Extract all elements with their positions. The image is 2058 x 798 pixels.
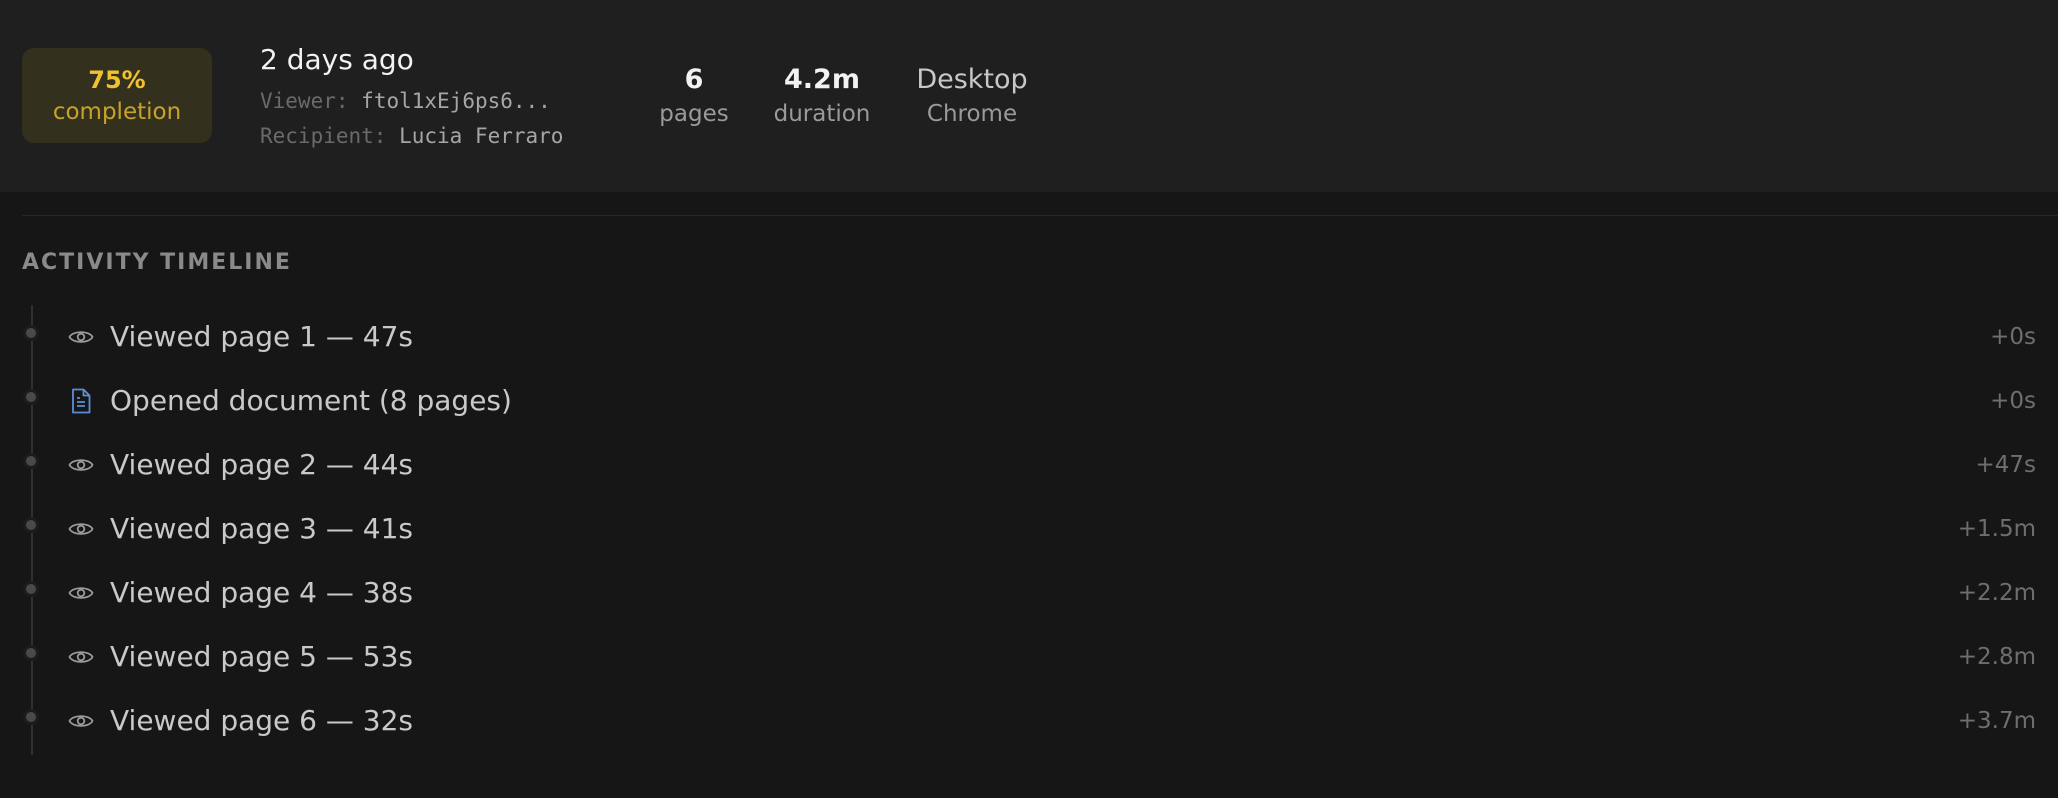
pages-stat: 6 pages xyxy=(659,62,729,130)
eye-icon xyxy=(66,642,96,672)
viewer-label: Viewer: xyxy=(260,89,349,113)
eye-icon xyxy=(66,578,96,608)
pages-label: pages xyxy=(659,101,729,127)
timeline-dot xyxy=(26,392,36,402)
recipient-label: Recipient: xyxy=(260,124,387,148)
timeline-dot xyxy=(26,520,36,530)
event-offset: +2.8m xyxy=(1957,644,2036,670)
event-text: Viewed page 3 — 41s xyxy=(110,512,414,545)
timeline-dot xyxy=(26,712,36,722)
duration-label: duration xyxy=(773,101,871,127)
completion-percent: 75% xyxy=(88,65,146,94)
timeline-event: Viewed page 5 — 53s +2.8m xyxy=(22,638,2036,678)
eye-icon xyxy=(66,322,96,352)
event-text: Viewed page 1 — 47s xyxy=(110,320,414,353)
event-offset: +2.2m xyxy=(1957,580,2036,606)
event-offset: +3.7m xyxy=(1957,708,2036,734)
event-offset: +1.5m xyxy=(1957,516,2036,542)
device-stat: Desktop Chrome xyxy=(912,62,1032,130)
timeline-dot xyxy=(26,648,36,658)
activity-timeline-title: ACTIVITY TIMELINE xyxy=(22,250,292,275)
event-text: Viewed page 5 — 53s xyxy=(110,640,414,673)
pages-value: 6 xyxy=(684,64,704,95)
duration-stat: 4.2m duration xyxy=(772,62,872,130)
event-offset: +0s xyxy=(1990,324,2036,350)
session-summary-header: 75% completion 2 days ago Viewer: ftol1x… xyxy=(0,0,2058,192)
completion-badge: 75% completion xyxy=(22,48,212,143)
timeline-event: Viewed page 4 — 38s +2.2m xyxy=(22,574,2036,614)
event-text: Viewed page 6 — 32s xyxy=(110,704,414,737)
timeline-dot xyxy=(26,584,36,594)
session-time: 2 days ago xyxy=(260,43,414,76)
recipient-line: Recipient: Lucia Ferraro xyxy=(260,121,563,151)
eye-icon xyxy=(66,706,96,736)
recipient-name: Lucia Ferraro xyxy=(399,124,564,148)
document-icon xyxy=(66,386,96,416)
timeline-event: Viewed page 6 — 32s +3.7m xyxy=(22,702,2036,742)
timeline-event: Opened document (8 pages) +0s xyxy=(22,382,2036,422)
timeline-event: Viewed page 2 — 44s +47s xyxy=(22,446,2036,486)
timeline-dot xyxy=(26,328,36,338)
completion-label: completion xyxy=(52,98,182,125)
eye-icon xyxy=(66,514,96,544)
device-type: Desktop xyxy=(916,64,1028,95)
timeline-event: Viewed page 3 — 41s +1.5m xyxy=(22,510,2036,550)
browser-name: Chrome xyxy=(926,101,1018,127)
viewer-line: Viewer: ftol1xEj6ps6... xyxy=(260,86,551,116)
eye-icon xyxy=(66,450,96,480)
timeline-event: Viewed page 1 — 47s +0s xyxy=(22,318,2036,358)
section-divider xyxy=(22,215,2058,216)
viewer-id: ftol1xEj6ps6... xyxy=(361,89,551,113)
event-text: Viewed page 2 — 44s xyxy=(110,448,414,481)
event-text: Opened document (8 pages) xyxy=(110,384,512,417)
event-text: Viewed page 4 — 38s xyxy=(110,576,414,609)
event-offset: +0s xyxy=(1990,388,2036,414)
event-offset: +47s xyxy=(1975,452,2036,478)
duration-value: 4.2m xyxy=(784,64,860,95)
timeline-dot xyxy=(26,456,36,466)
